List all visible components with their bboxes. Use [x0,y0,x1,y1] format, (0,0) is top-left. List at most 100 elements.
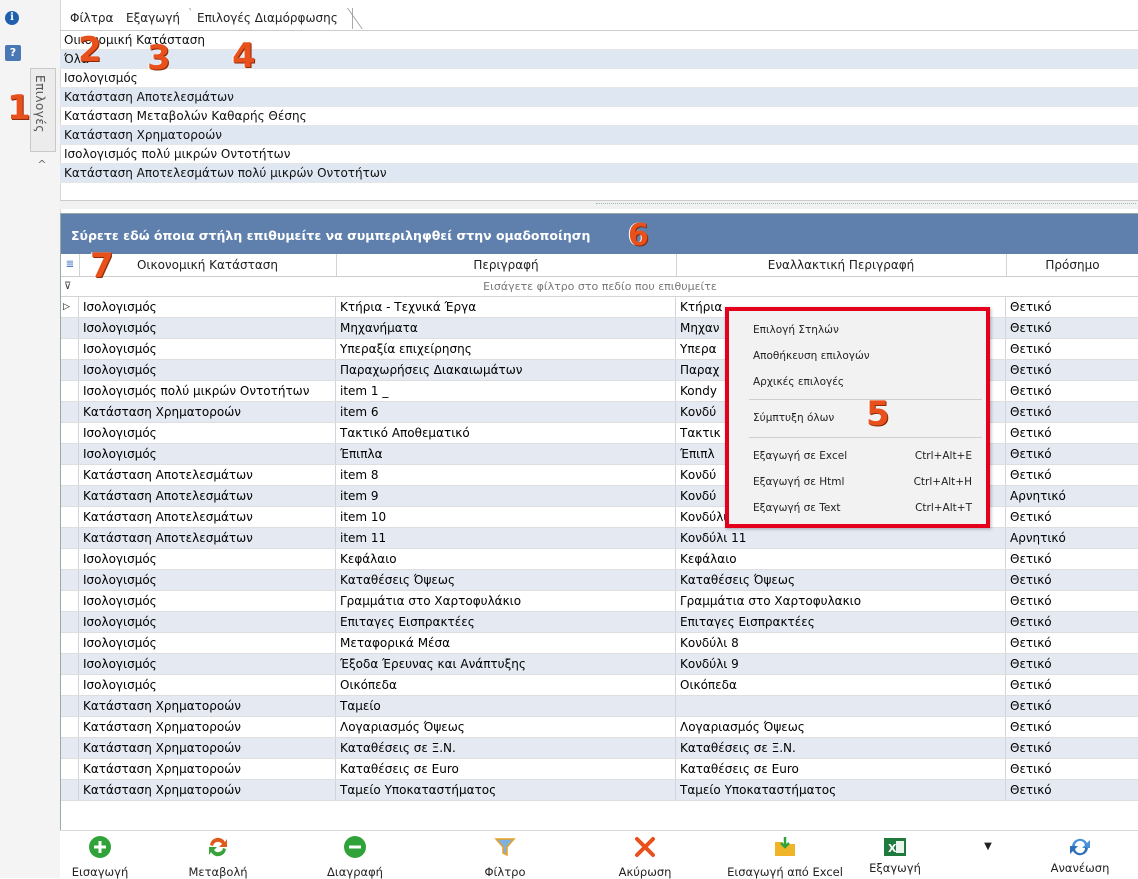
list-item[interactable]: Κατάσταση Αποτελεσμάτων πολύ μικρών Οντο… [60,164,1138,183]
table-cell[interactable]: Λογαριασμός Όψεως [336,717,676,737]
table-cell[interactable]: Κεφάλαιο [336,549,676,569]
table-cell[interactable]: Θετικό [1006,402,1138,422]
table-cell[interactable]: Κατάσταση Χρηματοροών [79,780,336,800]
menu-item-export-text[interactable]: Εξαγωγή σε Text [753,499,841,517]
table-row[interactable]: Ισολογισμός Γραμμάτια στο Χαρτοφυλάκιο Γρα… [61,591,1138,612]
row-indicator[interactable] [61,549,79,569]
table-cell[interactable]: Υπεραξία επιχείρησης [336,339,676,359]
menu-item-save-options[interactable]: Αποθήκευση επιλογών [753,347,870,365]
table-cell[interactable]: Ισολογισμός [79,444,336,464]
table-cell[interactable]: Θετικό [1006,633,1138,653]
menu-item-export-excel[interactable]: Εξαγωγή σε Excel [753,447,847,465]
insert-button[interactable]: Εισαγωγή [60,831,140,879]
table-cell[interactable]: Αρνητικό [1006,528,1138,548]
group-by-band[interactable]: Σύρετε εδώ όποια στήλη επιθυμείτε να συμ… [61,214,1138,254]
table-cell[interactable]: item 9 [336,486,676,506]
table-row[interactable]: Κατάσταση Αποτελεσμάτων item 11 Κονδύλι 11… [61,528,1138,549]
table-row[interactable]: Κατάσταση Χρηματοροών Λογαριασμός Όψεως Λο… [61,717,1138,738]
table-cell[interactable]: Αρνητικό [1006,486,1138,506]
row-indicator[interactable] [61,759,79,779]
table-cell[interactable]: Γραμμάτια στο Χαρτοφυλάκιο [336,591,676,611]
row-indicator[interactable] [61,444,79,464]
refresh-button[interactable]: Ανανέωση [1030,831,1130,879]
table-cell[interactable]: item 6 [336,402,676,422]
table-cell[interactable]: Κατάσταση Χρηματοροών [79,402,336,422]
table-cell[interactable]: Θετικό [1006,717,1138,737]
table-cell[interactable]: Επιταγες Εισπρακτέες [336,612,676,632]
row-indicator[interactable] [61,423,79,443]
row-indicator[interactable]: ▷ [61,297,79,317]
table-cell[interactable]: Τακτικό Αποθεματικό [336,423,676,443]
table-row[interactable]: Κατάσταση Χρηματοροών Ταμείο Θετικό [61,696,1138,717]
table-row[interactable]: Ισολογισμός Καταθέσεις Όψεως Καταθέσεις Όψ… [61,570,1138,591]
filter-button[interactable]: Φίλτρο [465,831,545,879]
row-indicator[interactable] [61,507,79,527]
table-cell[interactable]: Καταθέσεις Όψεως [676,570,1006,590]
table-cell[interactable]: Θετικό [1006,591,1138,611]
table-cell[interactable]: Ισολογισμός [79,612,336,632]
column-header[interactable]: Πρόσημο [1006,254,1138,276]
row-indicator[interactable] [61,696,79,716]
table-row[interactable]: Ισολογισμός Οικόπεδα Οικόπεδα Θετικό [61,675,1138,696]
table-cell[interactable]: Καταθέσεις Όψεως [336,570,676,590]
menu-item-default-options[interactable]: Αρχικές επιλογές [753,373,844,391]
row-indicator[interactable] [61,486,79,506]
table-cell[interactable]: Ισολογισμός [79,549,336,569]
table-cell[interactable]: Θετικό [1006,423,1138,443]
table-cell[interactable]: Μεταφορικά Μέσα [336,633,676,653]
table-cell[interactable]: Θετικό [1006,360,1138,380]
list-item[interactable]: Κατάσταση Χρηματοροών [60,126,1138,145]
tab-filters[interactable]: Φίλτρα [64,8,129,29]
modify-button[interactable]: Μεταβολή [178,831,258,879]
row-indicator[interactable] [61,570,79,590]
row-indicator[interactable] [61,591,79,611]
column-header[interactable]: Εναλλακτική Περιγραφή [676,254,1007,276]
row-indicator[interactable] [61,654,79,674]
info-icon[interactable]: i [5,11,19,25]
menu-item-collapse-all[interactable]: Σύμπτυξη όλων [753,409,834,427]
table-cell[interactable]: Λογαριασμός Όψεως [676,717,1006,737]
table-cell[interactable]: item 11 [336,528,676,548]
table-cell[interactable]: Οικόπεδα [676,675,1006,695]
table-cell[interactable]: Καταθέσεις σε Ξ.Ν. [676,738,1006,758]
table-cell[interactable]: Θετικό [1006,675,1138,695]
menu-item-export-html[interactable]: Εξαγωγή σε Html [753,473,844,491]
table-row[interactable]: Κατάσταση Χρηματοροών Καταθέσεις σε Euro Κ… [61,759,1138,780]
table-cell[interactable]: Κονδύλι 9 [676,654,1006,674]
table-cell[interactable]: Κατάσταση Αποτελεσμάτων [79,507,336,527]
row-indicator[interactable] [61,717,79,737]
table-cell[interactable]: Θετικό [1006,549,1138,569]
export-dropdown[interactable]: ▼ [978,831,998,879]
row-indicator[interactable] [61,381,79,401]
table-cell[interactable]: Θετικό [1006,381,1138,401]
options-side-tab[interactable]: Επιλογές [30,68,56,152]
table-cell[interactable]: Κατάσταση Χρηματοροών [79,759,336,779]
table-cell[interactable]: item 8 [336,465,676,485]
menu-item-choose-columns[interactable]: Επιλογή Στηλών [753,321,839,339]
table-cell[interactable]: Ισολογισμός [79,570,336,590]
table-cell[interactable]: Ταμείο Υποκαταστήματος [336,780,676,800]
table-cell[interactable]: Θετικό [1006,318,1138,338]
table-row[interactable]: Ισολογισμός Μεταφορικά Μέσα Κονδύλι 8 Θετικ… [61,633,1138,654]
table-row[interactable]: Ισολογισμός Έξοδα Έρευνας και Ανάπτυξης Κο… [61,654,1138,675]
list-item[interactable]: Ισολογισμός [60,69,1138,88]
import-excel-button[interactable]: Εισαγωγή από Excel [720,831,850,879]
row-indicator[interactable] [61,402,79,422]
table-cell[interactable]: Ταμείο Υποκαταστήματος [676,780,1006,800]
table-cell[interactable]: item 1 _ [336,381,676,401]
tab-configuration-options[interactable]: Επιλογές Διαμόρφωσης [191,8,353,29]
table-cell[interactable]: Κατάσταση Χρηματοροών [79,717,336,737]
table-cell[interactable]: Θετικό [1006,570,1138,590]
table-cell[interactable]: Καταθέσεις σε Euro [676,759,1006,779]
table-cell[interactable]: Κατάσταση Αποτελεσμάτων [79,465,336,485]
list-item[interactable]: Ισολογισμός πολύ μικρών Οντοτήτων [60,145,1138,164]
table-cell[interactable]: Καταθέσεις σε Ξ.Ν. [336,738,676,758]
table-cell[interactable]: Ισολογισμός [79,633,336,653]
table-cell[interactable]: Κατάσταση Χρηματοροών [79,696,336,716]
table-row[interactable]: Ισολογισμός Επιταγες Εισπρακτέες Επιταγες … [61,612,1138,633]
table-cell[interactable]: Ισολογισμός [79,318,336,338]
table-cell[interactable]: Θετικό [1006,738,1138,758]
row-indicator[interactable] [61,528,79,548]
table-cell[interactable]: Έπιπλα [336,444,676,464]
table-cell[interactable]: Ισολογισμός [79,297,336,317]
